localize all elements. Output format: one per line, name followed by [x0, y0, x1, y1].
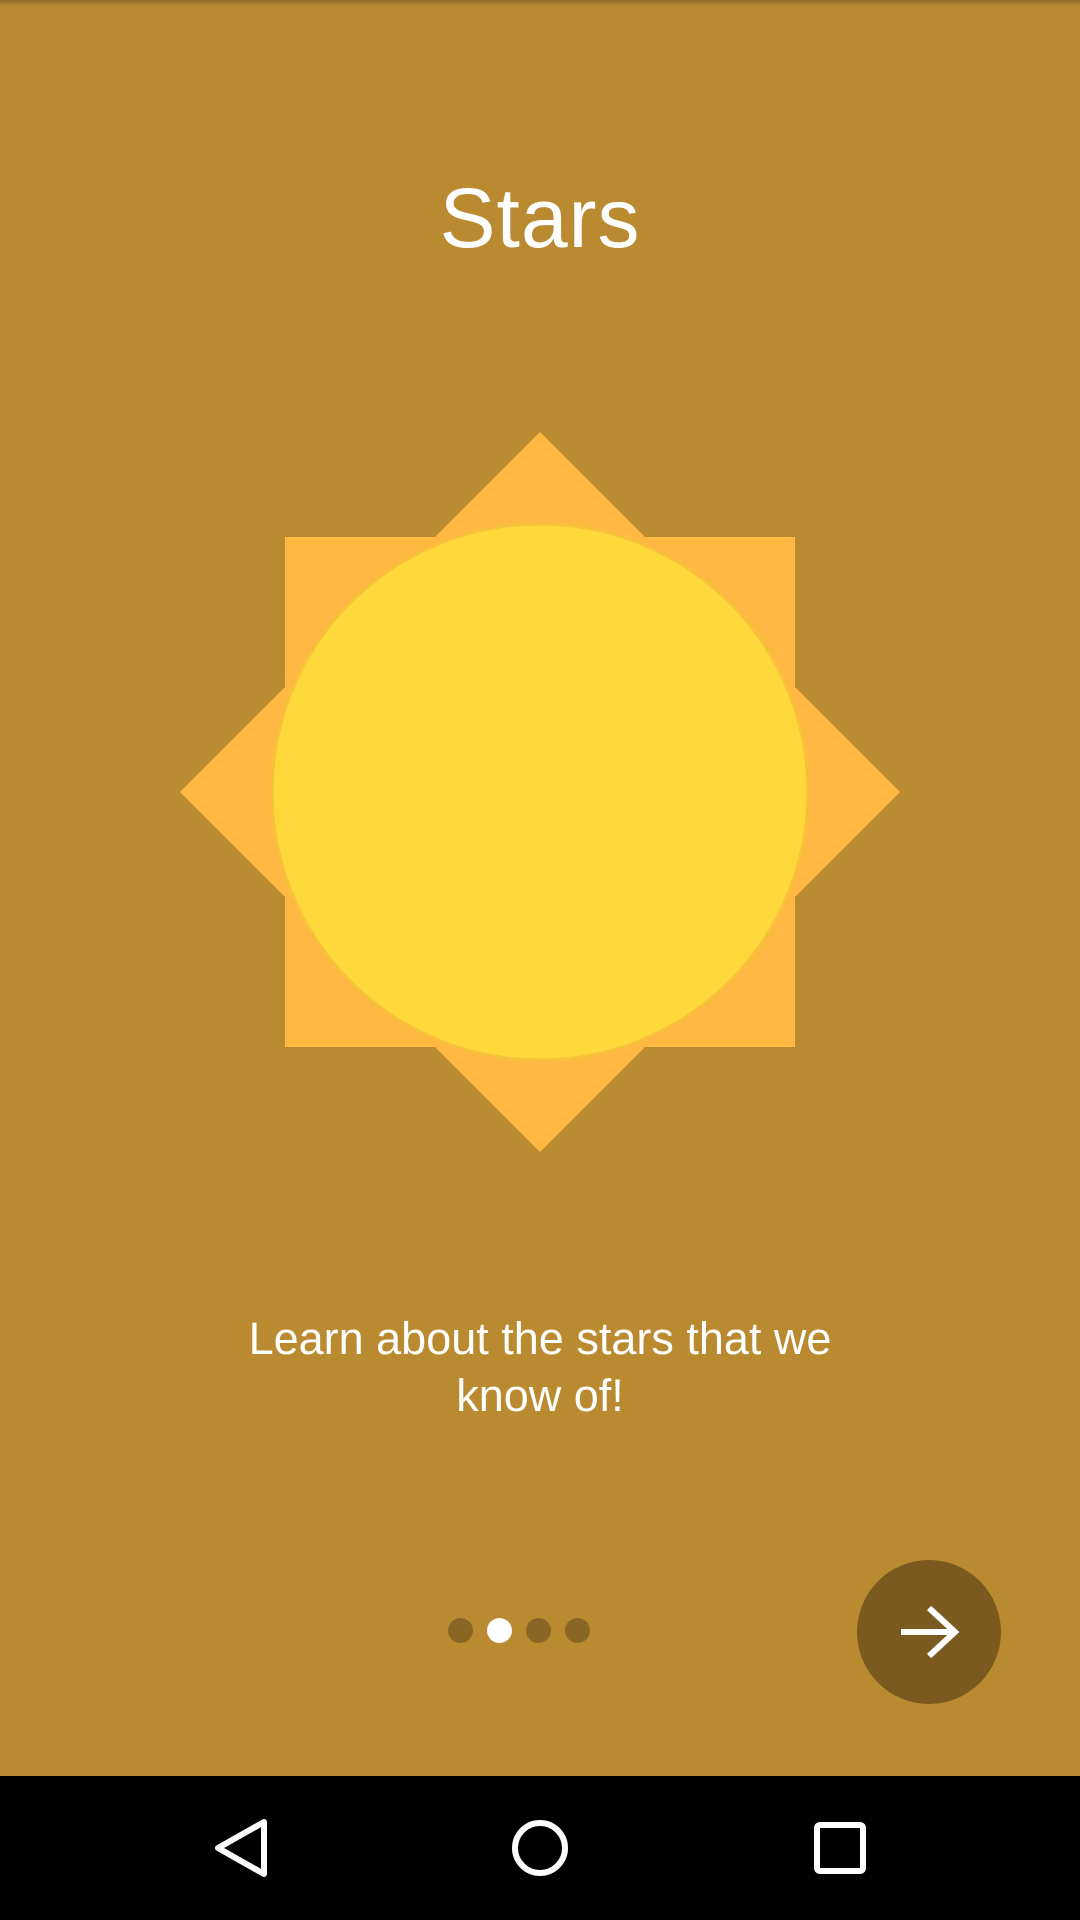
page-title: Stars [439, 171, 641, 265]
nav-recents-button[interactable] [760, 1776, 920, 1920]
description-line-1: Learn about the stars that we [248, 1313, 832, 1364]
page-description: Learn about the stars that we know of! [180, 1310, 900, 1424]
description-line-2: know of! [456, 1370, 624, 1421]
page-dot-3[interactable] [526, 1617, 551, 1643]
back-triangle-icon [215, 1819, 267, 1877]
page-dot-4[interactable] [565, 1617, 590, 1643]
nav-back-button[interactable] [160, 1776, 320, 1920]
system-navigation-bar [0, 1776, 1080, 1920]
onboarding-screen: Stars Learn about the stars that we know… [0, 0, 1080, 1920]
status-bar-shadow [0, 0, 1080, 6]
page-indicator [448, 1617, 590, 1643]
home-circle-icon [512, 1820, 568, 1876]
arrow-right-icon [901, 1605, 960, 1659]
nav-home-button[interactable] [460, 1776, 620, 1920]
page-dot-1[interactable] [448, 1617, 473, 1643]
page-dot-2-active[interactable] [487, 1617, 512, 1643]
sun-core [270, 522, 810, 1062]
next-button[interactable] [857, 1560, 1001, 1704]
recents-square-icon [814, 1822, 866, 1874]
sun-icon [176, 428, 904, 1156]
